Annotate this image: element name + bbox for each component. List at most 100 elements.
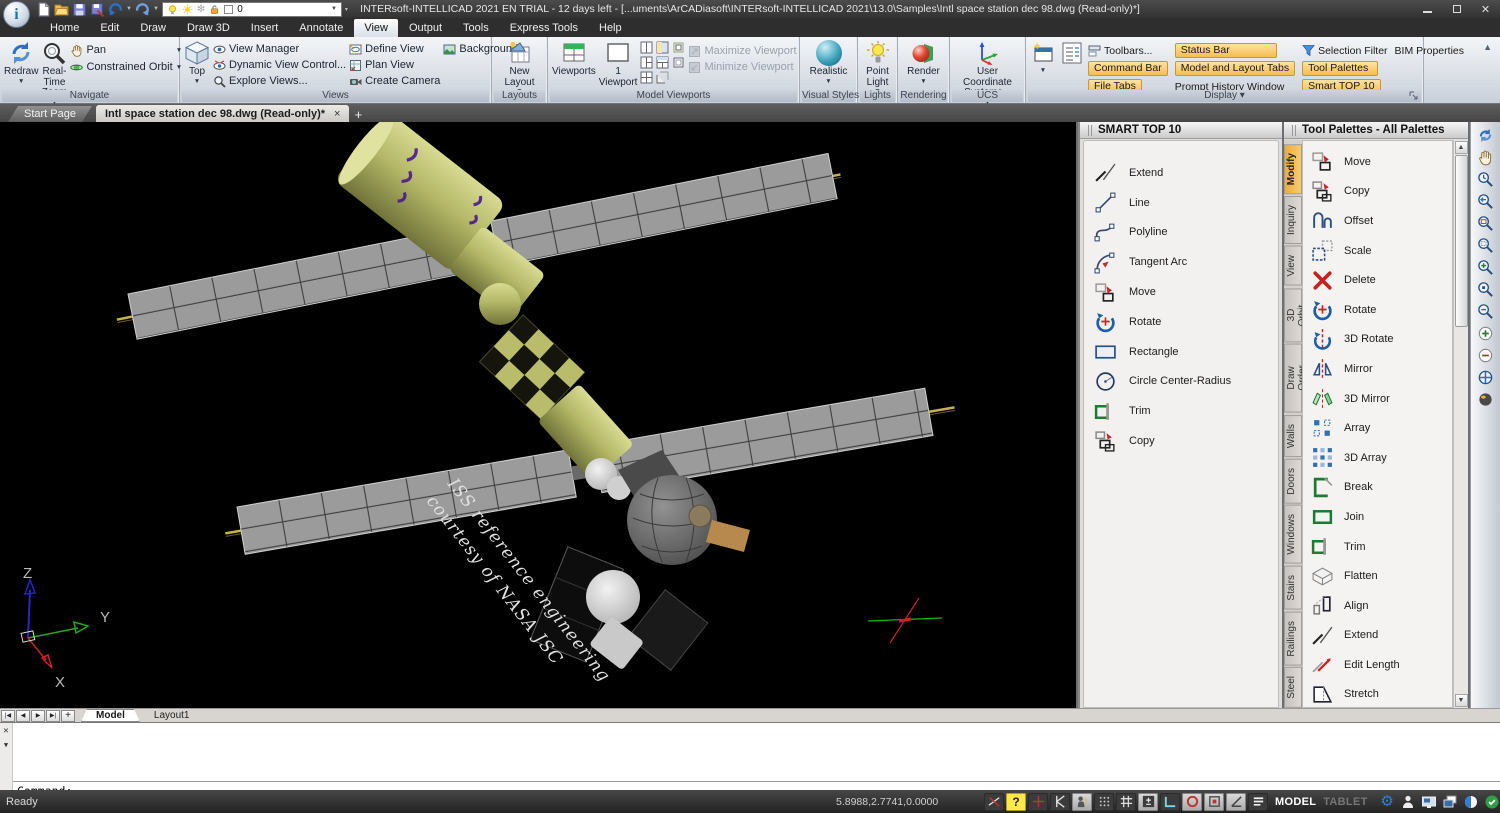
toggle-toolbars[interactable]: Toolbars... (1088, 43, 1152, 58)
palette-tool-item[interactable]: Offset (1303, 206, 1452, 236)
toggle-model-layout-tabs[interactable]: Model and Layout Tabs (1175, 61, 1295, 76)
redo-dropdown-icon[interactable]: ▼ (153, 6, 159, 12)
status-toggle[interactable] (1248, 793, 1268, 811)
menu-tab[interactable]: Draw (130, 19, 176, 37)
properties-button[interactable] (1059, 39, 1085, 67)
command-bar[interactable]: ✕ ▼ Command: (0, 722, 1500, 790)
new-window-button[interactable]: ▼ (1030, 39, 1056, 74)
palette-tool-item[interactable]: Trim (1303, 532, 1452, 562)
tab-close-icon[interactable]: × (334, 108, 340, 120)
palette-tool-item[interactable]: Stretch (1303, 680, 1452, 708)
save-as-icon[interactable] (90, 2, 105, 17)
smart-tool-item[interactable]: Move (1084, 277, 1278, 307)
menu-tab[interactable]: Output (399, 19, 452, 37)
palette-tab[interactable]: View (1284, 246, 1302, 286)
palette-tool-item[interactable]: 3D Array (1303, 443, 1452, 473)
render-button[interactable]: Render▼ (902, 39, 945, 85)
last-tab-button[interactable]: ▶| (46, 710, 60, 722)
view-toolbar-button[interactable] (1475, 367, 1496, 388)
palette-tab[interactable]: Steel (1284, 667, 1302, 708)
viewport-corner-icon[interactable] (656, 71, 669, 84)
tool-palettes-header[interactable]: Tool Palettes - All Palettes (1284, 122, 1468, 139)
menu-tab[interactable]: Express Tools (500, 19, 588, 37)
tab-model[interactable]: Model (81, 709, 140, 722)
tab-start-page[interactable]: Start Page (8, 106, 92, 122)
status-icon-button[interactable] (1483, 793, 1500, 811)
restore-button[interactable] (1442, 0, 1471, 18)
palette-tab[interactable]: Draw Order (1284, 344, 1302, 413)
status-toggle[interactable] (1160, 793, 1180, 811)
command-expand-icon[interactable]: ▼ (4, 741, 8, 749)
status-icon-button[interactable] (1441, 793, 1460, 811)
command-close-icon[interactable]: ✕ (3, 726, 8, 736)
menu-tab[interactable]: Home (40, 19, 89, 37)
app-icon[interactable]: i (3, 1, 30, 28)
viewport-outline-icon[interactable] (672, 56, 685, 69)
view-toolbar-button[interactable] (1475, 125, 1496, 146)
display-dialog-launcher-icon[interactable] (1409, 91, 1419, 101)
smart-top10-header[interactable]: SMART TOP 10 (1080, 122, 1282, 139)
palette-tool-item[interactable]: Scale (1303, 236, 1452, 266)
view-toolbar-button[interactable] (1475, 279, 1496, 300)
palette-tab[interactable]: Doors (1284, 459, 1302, 504)
scroll-up-icon[interactable]: ▲ (1455, 141, 1468, 154)
palette-scrollbar[interactable]: ▲ ▼ (1453, 140, 1468, 708)
toggle-command-bar[interactable]: Command Bar (1088, 61, 1168, 76)
new-file-icon[interactable] (36, 2, 51, 17)
palette-tool-item[interactable]: Align (1303, 591, 1452, 621)
palette-tool-item[interactable]: Extend (1303, 621, 1452, 651)
status-toggle[interactable]: ? (1006, 793, 1026, 811)
status-icon-button[interactable]: ⚙ (1378, 793, 1397, 811)
palette-tool-item[interactable]: Mirror (1303, 354, 1452, 384)
smart-tool-item[interactable]: Extend (1084, 158, 1278, 188)
palette-tab[interactable]: 3D Orbit (1284, 288, 1302, 342)
plan-view-button[interactable]: Plan View (349, 57, 440, 73)
status-toggle[interactable] (1072, 793, 1092, 811)
viewport-split-2-icon[interactable] (640, 41, 653, 54)
explore-views-button[interactable]: Explore Views... (213, 73, 346, 89)
layer-freeze-icon[interactable]: ✻ (197, 4, 205, 15)
palette-tab[interactable]: Railings (1284, 612, 1302, 666)
redraw-button[interactable]: Redraw▼ (4, 39, 38, 85)
status-toggle[interactable] (984, 793, 1004, 811)
view-toolbar-button[interactable] (1475, 389, 1496, 410)
smart-tool-item[interactable]: Rectangle (1084, 337, 1278, 367)
viewport-join-icon[interactable] (656, 41, 669, 54)
toggle-bim-properties[interactable]: BIM Properties (1395, 43, 1464, 58)
scroll-down-icon[interactable]: ▼ (1455, 694, 1468, 707)
tab-layout1[interactable]: Layout1 (140, 709, 204, 722)
status-toggle[interactable] (1094, 793, 1114, 811)
ribbon-collapse-icon[interactable]: ▲ (1483, 42, 1492, 52)
next-tab-button[interactable]: ▶ (31, 710, 45, 722)
toggle-tool-palettes[interactable]: Tool Palettes (1302, 61, 1378, 76)
menu-tab[interactable]: Help (589, 19, 632, 37)
status-coordinates[interactable]: 5.8988,2.7741,0.0000 (836, 796, 938, 808)
create-camera-button[interactable]: Create Camera (349, 73, 440, 89)
viewport-split-3-icon[interactable] (640, 56, 653, 69)
status-model-label[interactable]: MODEL (1275, 796, 1316, 808)
menu-tab[interactable]: View (354, 19, 398, 37)
layer-color-swatch[interactable] (224, 5, 233, 14)
smart-tool-item[interactable]: Tangent Arc (1084, 247, 1278, 277)
visual-style-button[interactable]: Realistic▼ (804, 39, 853, 85)
status-icon-button[interactable] (1399, 793, 1418, 811)
layer-on-icon[interactable] (167, 4, 178, 15)
new-tab-button[interactable]: + (349, 106, 367, 122)
view-toolbar-button[interactable] (1475, 147, 1496, 168)
one-viewport-button[interactable]: 1 Viewport (599, 39, 638, 88)
menu-tab[interactable]: Edit (90, 19, 129, 37)
close-button[interactable]: ✕ (1471, 0, 1500, 18)
palette-tool-item[interactable]: Join (1303, 502, 1452, 532)
add-layout-button[interactable]: + (61, 710, 75, 722)
status-icon-button[interactable] (1462, 793, 1481, 811)
undo-icon[interactable] (108, 2, 123, 17)
view-toolbar-button[interactable] (1475, 235, 1496, 256)
status-toggle[interactable] (1050, 793, 1070, 811)
palette-tool-item[interactable]: Flatten (1303, 561, 1452, 591)
maximize-viewport-button[interactable]: Maximize Viewport (688, 43, 796, 59)
redo-icon[interactable] (135, 2, 150, 17)
viewport[interactable]: ISS reference engineering courtesy of NA… (0, 122, 1076, 708)
status-toggle[interactable] (1204, 793, 1224, 811)
point-light-button[interactable]: Point Light▼ (862, 39, 893, 95)
viewport-config-icon[interactable] (656, 56, 669, 69)
